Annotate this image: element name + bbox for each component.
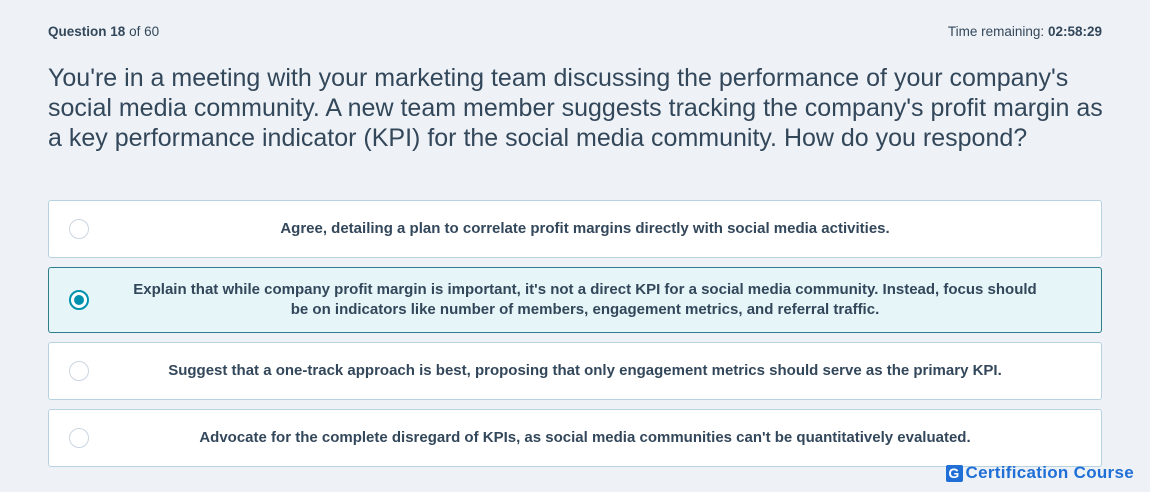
question-total: of 60	[129, 24, 160, 39]
answer-option-b-label: Explain that while company profit margin…	[133, 281, 1037, 318]
radio-button-a[interactable]	[69, 219, 89, 239]
time-remaining-value: 02:58:29	[1047, 24, 1102, 39]
quiz-header: Question 18 of 60 Time remaining: 02:58:…	[48, 24, 1102, 39]
time-remaining-label: Time remaining:	[947, 24, 1045, 39]
timer: Time remaining: 02:58:29	[948, 24, 1102, 39]
brand-watermark: G Certification Course	[945, 463, 1134, 483]
answer-option-c-label: Suggest that a one-track approach is bes…	[168, 362, 1002, 379]
question-text: You're in a meeting with your marketing …	[48, 64, 1103, 152]
radio-button-b-selected[interactable]	[69, 290, 89, 310]
answer-option-d[interactable]: Advocate for the complete disregard of K…	[48, 409, 1102, 467]
answer-option-c[interactable]: Suggest that a one-track approach is bes…	[48, 342, 1102, 400]
answer-options: Agree, detailing a plan to correlate pro…	[48, 200, 1102, 476]
question-number: 18	[110, 24, 126, 39]
answer-option-b[interactable]: Explain that while company profit margin…	[48, 267, 1102, 333]
radio-button-c[interactable]	[69, 361, 89, 381]
answer-option-a[interactable]: Agree, detailing a plan to correlate pro…	[48, 200, 1102, 258]
radio-button-d[interactable]	[69, 428, 89, 448]
answer-option-a-label: Agree, detailing a plan to correlate pro…	[280, 220, 890, 237]
question-counter: Question 18 of 60	[48, 24, 159, 39]
brand-name: Certification Course	[965, 463, 1134, 482]
question-label: Question	[48, 24, 107, 39]
answer-option-d-label: Advocate for the complete disregard of K…	[199, 429, 971, 446]
brand-logo-icon: G	[945, 464, 963, 482]
